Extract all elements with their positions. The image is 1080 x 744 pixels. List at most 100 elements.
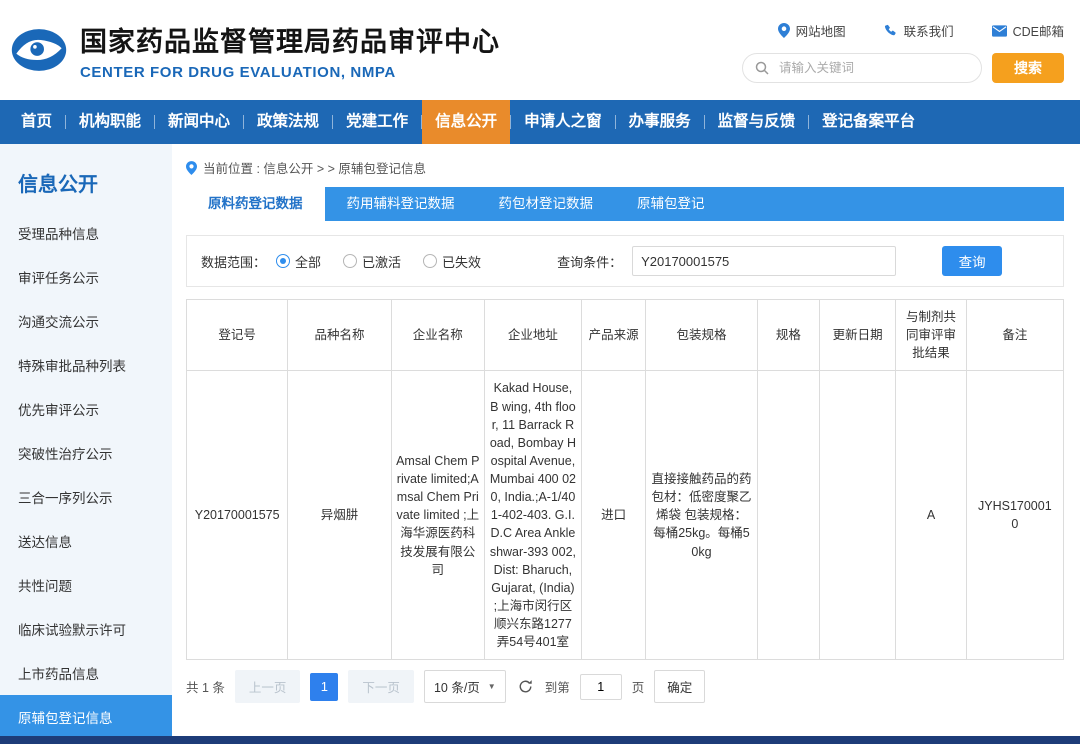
goto-unit: 页 xyxy=(632,677,645,696)
nav-item-party-building[interactable]: 党建工作 xyxy=(333,100,421,144)
header-joint-review-result: 与制剂共同审评审批结果 xyxy=(896,300,966,371)
tab-excipient-data[interactable]: 药用辅料登记数据 xyxy=(325,187,477,221)
confirm-button[interactable]: 确定 xyxy=(654,670,705,703)
quick-link-label: 联系我们 xyxy=(904,21,954,40)
site-title: 国家药品监督管理局药品审评中心 xyxy=(80,20,500,59)
header-product-origin: 产品来源 xyxy=(582,300,646,371)
radio-label: 已激活 xyxy=(362,252,401,271)
prev-page-button[interactable]: 上一页 xyxy=(235,670,301,703)
phone-icon xyxy=(884,24,898,38)
query-button[interactable]: 查询 xyxy=(942,246,1002,276)
tab-apipe-registration[interactable]: 原辅包登记 xyxy=(615,187,727,221)
cell-update-date xyxy=(819,371,896,660)
location-pin-icon xyxy=(186,161,197,175)
nav-item-home[interactable]: 首页 xyxy=(8,100,65,144)
registration-table: 登记号 品种名称 企业名称 企业地址 产品来源 包装规格 规格 更新日期 与制剂… xyxy=(186,299,1064,660)
header-spec: 规格 xyxy=(757,300,819,371)
radio-checked-icon xyxy=(276,254,290,268)
nav-item-news[interactable]: 新闻中心 xyxy=(155,100,243,144)
site-subtitle: CENTER FOR DRUG EVALUATION, NMPA xyxy=(80,64,500,81)
page-size-select[interactable]: 10 条/页 ▼ xyxy=(424,670,506,703)
header-company-name: 企业名称 xyxy=(391,300,484,371)
sidebar-item-special-approval-list[interactable]: 特殊审批品种列表 xyxy=(0,343,172,387)
radio-unchecked-icon xyxy=(423,254,437,268)
brand-text: 国家药品监督管理局药品审评中心 CENTER FOR DRUG EVALUATI… xyxy=(80,20,500,81)
total-count-text: 共 1 条 xyxy=(186,677,225,696)
quick-link-mail[interactable]: CDE邮箱 xyxy=(992,21,1064,40)
sidebar-item-review-tasks[interactable]: 审评任务公示 xyxy=(0,255,172,299)
header-update-date: 更新日期 xyxy=(819,300,896,371)
cde-logo-icon xyxy=(10,21,68,79)
search-box[interactable] xyxy=(742,53,982,83)
chevron-down-icon: ▼ xyxy=(488,682,496,691)
nav-item-registration-platform[interactable]: 登记备案平台 xyxy=(809,100,928,144)
tab-packaging-data[interactable]: 药包材登记数据 xyxy=(477,187,616,221)
page-number-1[interactable]: 1 xyxy=(310,673,338,701)
page-size-label: 10 条/页 xyxy=(434,677,480,696)
sidebar: 信息公开 受理品种信息 审评任务公示 沟通交流公示 特殊审批品种列表 优先审评公… xyxy=(0,144,172,736)
main-panel: 当前位置 : 信息公开 > > 原辅包登记信息 原料药登记数据 药用辅料登记数据… xyxy=(172,144,1080,736)
table-row: Y20170001575 异烟肼 Amsal Chem Private limi… xyxy=(187,371,1064,660)
radio-option-expired[interactable]: 已失效 xyxy=(423,252,481,271)
nav-item-info-disclosure[interactable]: 信息公开 xyxy=(422,100,510,144)
next-page-button[interactable]: 下一页 xyxy=(348,670,414,703)
quick-links: 网站地图 联系我们 CDE邮箱 xyxy=(778,21,1064,40)
nav-item-applicant-window[interactable]: 申请人之窗 xyxy=(511,100,615,144)
header-company-address: 企业地址 xyxy=(484,300,581,371)
scope-label: 数据范围： xyxy=(201,252,266,271)
sidebar-item-breakthrough-therapy[interactable]: 突破性治疗公示 xyxy=(0,431,172,475)
sidebar-title: 信息公开 xyxy=(0,160,172,211)
sidebar-item-clinical-trial-license[interactable]: 临床试验默示许可 xyxy=(0,607,172,651)
cell-variety-name: 异烟肼 xyxy=(288,371,391,660)
sidebar-item-three-in-one[interactable]: 三合一序列公示 xyxy=(0,475,172,519)
breadcrumb-text: 当前位置 : 信息公开 > > 原辅包登记信息 xyxy=(203,158,426,177)
sidebar-item-delivery-info[interactable]: 送达信息 xyxy=(0,519,172,563)
radio-option-all[interactable]: 全部 xyxy=(276,252,321,271)
query-input[interactable] xyxy=(632,246,896,276)
nav-item-policies[interactable]: 政策法规 xyxy=(244,100,332,144)
sidebar-item-apipe-registration[interactable]: 原辅包登记信息 xyxy=(0,695,172,739)
filter-bar: 数据范围： 全部 已激活 已失效 查询条件： 查询 xyxy=(186,235,1064,287)
search-button[interactable]: 搜索 xyxy=(992,53,1064,83)
quick-link-label: 网站地图 xyxy=(796,21,846,40)
sidebar-item-communication[interactable]: 沟通交流公示 xyxy=(0,299,172,343)
quick-link-contact[interactable]: 联系我们 xyxy=(884,21,954,40)
cell-company-name: Amsal Chem Private limited;Amsal Chem Pr… xyxy=(391,371,484,660)
main-nav: 首页 机构职能 新闻中心 政策法规 党建工作 信息公开 申请人之窗 办事服务 监… xyxy=(0,100,1080,144)
page: 国家药品监督管理局药品审评中心 CENTER FOR DRUG EVALUATI… xyxy=(0,0,1080,744)
content: 信息公开 受理品种信息 审评任务公示 沟通交流公示 特殊审批品种列表 优先审评公… xyxy=(0,144,1080,736)
header-right: 网站地图 联系我们 CDE邮箱 xyxy=(742,17,1064,83)
radio-unchecked-icon xyxy=(343,254,357,268)
refresh-icon[interactable] xyxy=(518,679,533,694)
search-row: 搜索 xyxy=(742,53,1064,83)
cell-company-address: Kakad House, B wing, 4th floor, 11 Barra… xyxy=(484,371,581,660)
sidebar-item-priority-review[interactable]: 优先审评公示 xyxy=(0,387,172,431)
footer xyxy=(0,736,1080,744)
sidebar-item-accepted-varieties[interactable]: 受理品种信息 xyxy=(0,211,172,255)
nav-item-supervision-feedback[interactable]: 监督与反馈 xyxy=(705,100,809,144)
cell-product-origin: 进口 xyxy=(582,371,646,660)
radio-label: 已失效 xyxy=(442,252,481,271)
sidebar-item-common-issues[interactable]: 共性问题 xyxy=(0,563,172,607)
radio-option-active[interactable]: 已激活 xyxy=(343,252,401,271)
query-label: 查询条件： xyxy=(557,252,622,271)
radio-label: 全部 xyxy=(295,252,321,271)
header-variety-name: 品种名称 xyxy=(288,300,391,371)
header-packaging-spec: 包装规格 xyxy=(646,300,758,371)
goto-page-input[interactable] xyxy=(580,674,622,700)
search-input[interactable] xyxy=(777,60,981,76)
nav-item-functions[interactable]: 机构职能 xyxy=(66,100,154,144)
header-reg-no: 登记号 xyxy=(187,300,288,371)
tab-bar: 原料药登记数据 药用辅料登记数据 药包材登记数据 原辅包登记 xyxy=(186,187,1064,221)
pagination: 共 1 条 上一页 1 下一页 10 条/页 ▼ 到第 页 确定 xyxy=(186,670,1064,703)
quick-link-sitemap[interactable]: 网站地图 xyxy=(778,21,846,40)
brand: 国家药品监督管理局药品审评中心 CENTER FOR DRUG EVALUATI… xyxy=(10,20,500,81)
cell-spec xyxy=(757,371,819,660)
nav-item-services[interactable]: 办事服务 xyxy=(616,100,704,144)
cell-packaging-spec: 直接接触药品的药包材：低密度聚乙烯袋 包装规格：每桶25kg。每桶50kg xyxy=(646,371,758,660)
cell-remark: JYHS1700010 xyxy=(966,371,1063,660)
tab-api-data[interactable]: 原料药登记数据 xyxy=(186,187,325,221)
cell-reg-no: Y20170001575 xyxy=(187,371,288,660)
sidebar-item-marketed-drugs[interactable]: 上市药品信息 xyxy=(0,651,172,695)
table-header-row: 登记号 品种名称 企业名称 企业地址 产品来源 包装规格 规格 更新日期 与制剂… xyxy=(187,300,1064,371)
